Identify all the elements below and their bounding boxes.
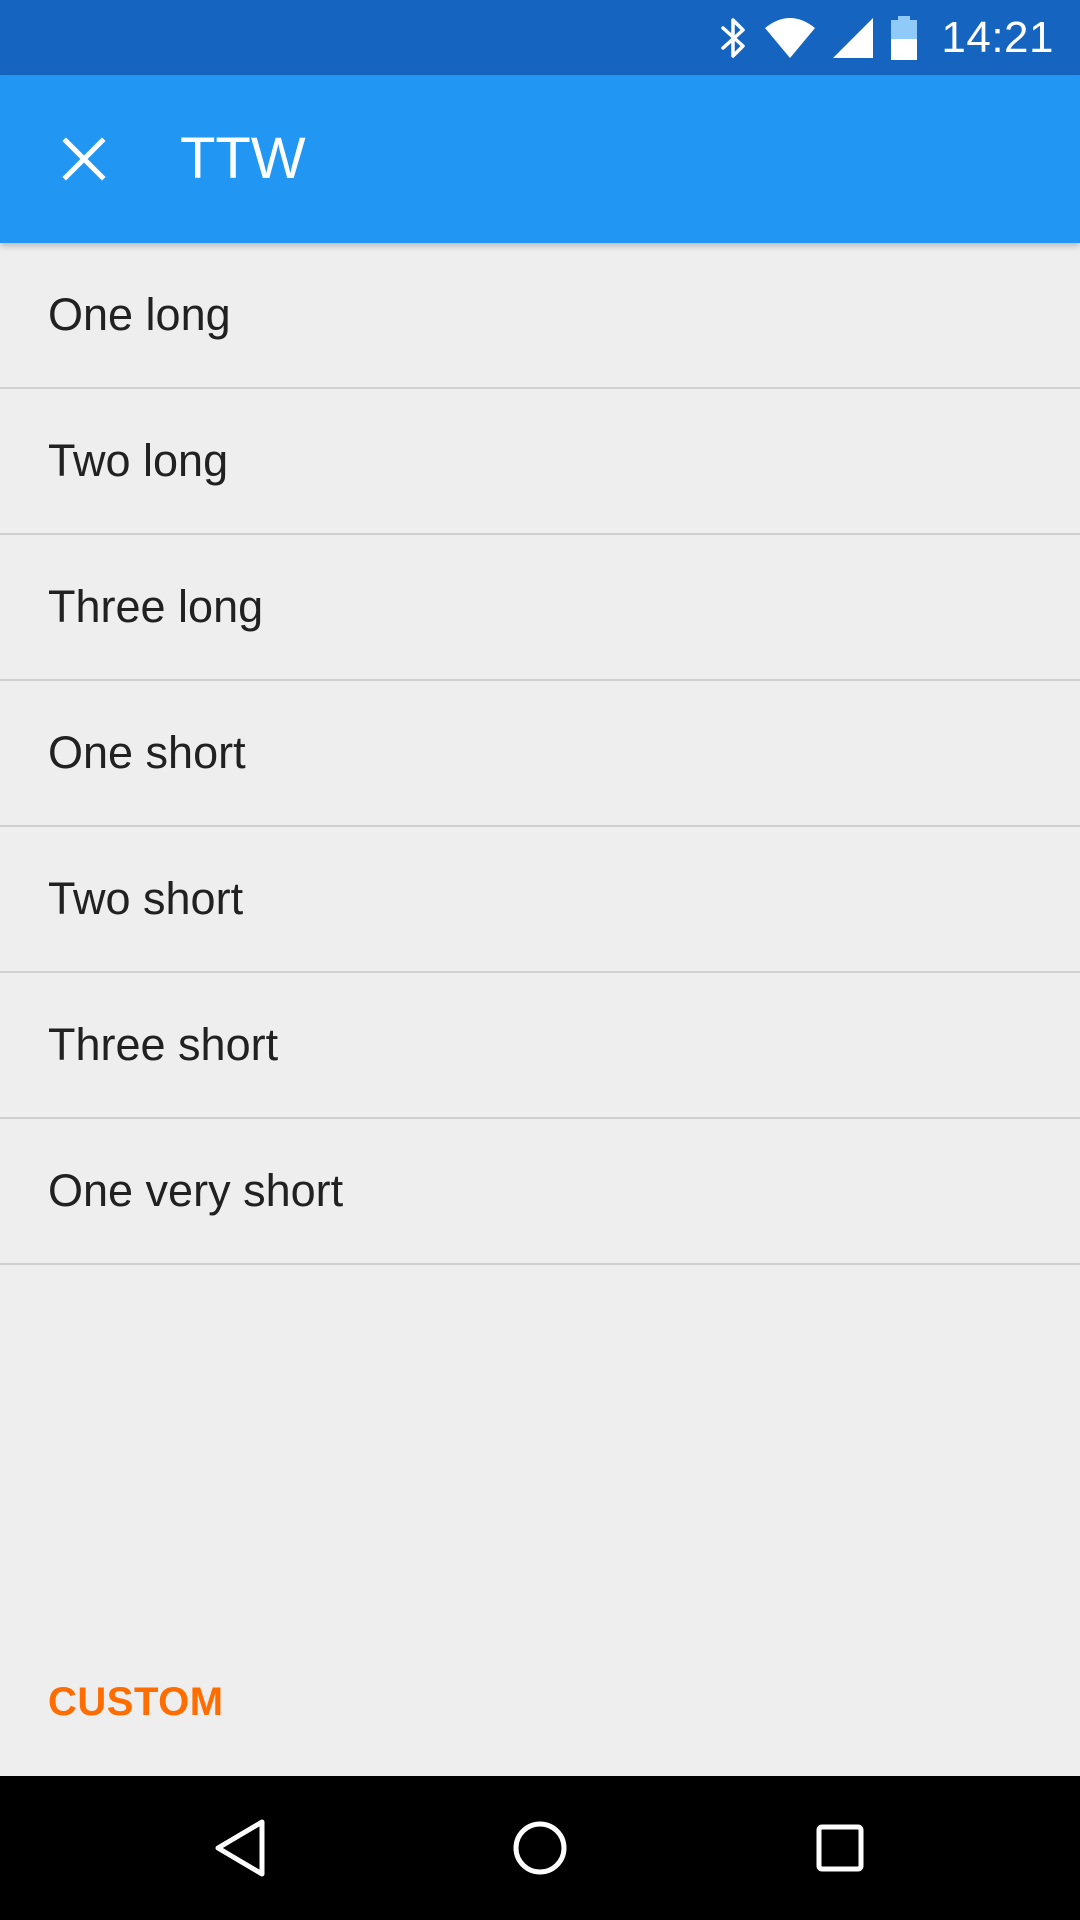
list-item-label: One long [48,289,231,340]
screen: 14:21 TTW One long Two long Three long O… [0,0,1080,1920]
bluetooth-icon [717,16,749,60]
list-item-two-long[interactable]: Two long [0,389,1080,535]
list-item-three-short[interactable]: Three short [0,973,1080,1119]
page-title: TTW [180,126,306,191]
list-item-label: Two short [48,873,244,924]
list-item-label: Three long [48,581,264,632]
list-item-label: One short [48,727,246,778]
signal-icon [831,16,875,60]
status-bar: 14:21 [0,0,1080,75]
home-icon [512,1820,568,1876]
home-button[interactable] [468,1776,612,1920]
close-icon [62,137,106,181]
list-item-two-short[interactable]: Two short [0,827,1080,973]
recents-icon [815,1823,865,1873]
list-item-one-short[interactable]: One short [0,681,1080,827]
list-item-three-long[interactable]: Three long [0,535,1080,681]
wifi-icon [763,16,817,60]
close-button[interactable] [42,117,126,201]
list-item-one-long[interactable]: One long [0,243,1080,389]
back-icon [212,1818,268,1878]
battery-icon [889,15,919,61]
custom-button[interactable]: CUSTOM [48,1680,224,1725]
list-item-label: Three short [48,1019,279,1070]
list-item-one-very-short[interactable]: One very short [0,1119,1080,1265]
list-item-label: One very short [48,1165,344,1216]
options-list: One long Two long Three long One short T… [0,243,1080,1265]
list-item-label: Two long [48,435,229,486]
back-button[interactable] [168,1776,312,1920]
app-bar: TTW [0,75,1080,243]
recents-button[interactable] [768,1776,912,1920]
navigation-bar [0,1776,1080,1920]
status-time: 14:21 [941,12,1054,62]
status-icons: 14:21 [703,0,1054,75]
